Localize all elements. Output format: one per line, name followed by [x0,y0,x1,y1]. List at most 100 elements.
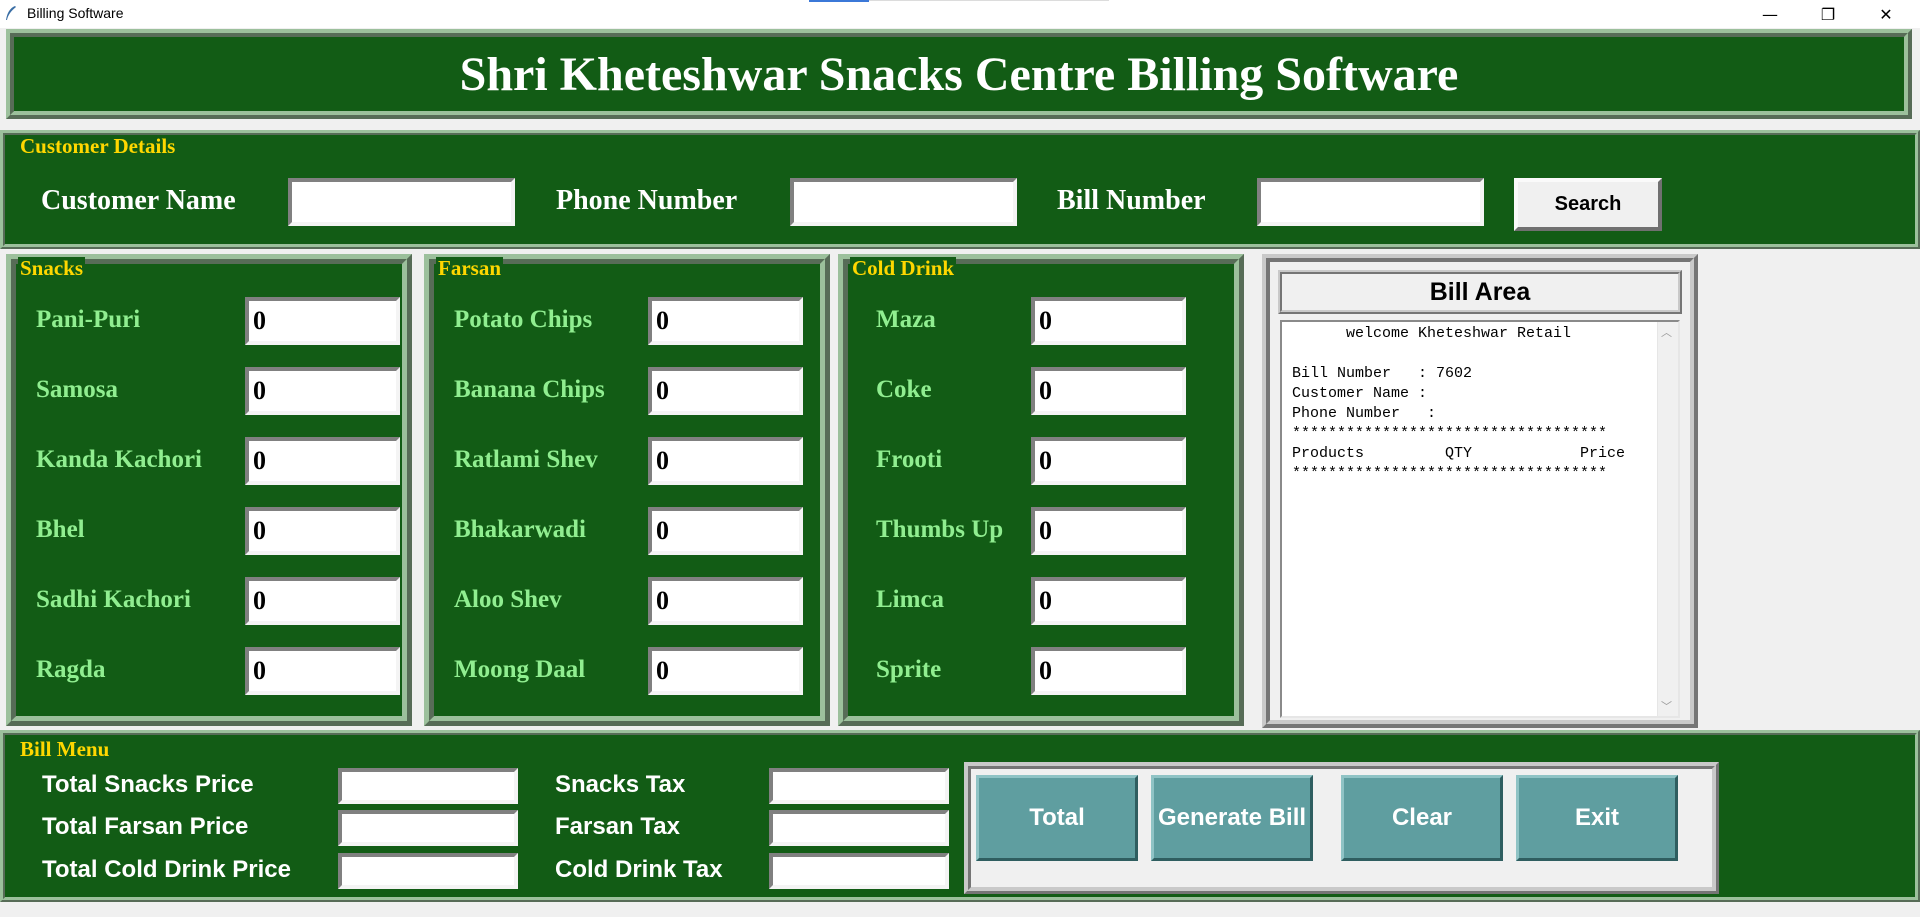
bill-scrollbar[interactable]: ︿ ﹀ [1657,322,1678,716]
item-label-frooti: Frooti [876,446,943,473]
bill-line: welcome Kheteshwar Retail [1292,325,1572,342]
qty-input-kanda-kachori[interactable] [249,441,396,481]
feather-icon [6,6,16,20]
snacks-tax-input[interactable] [773,772,945,800]
qty-input-ratlami-shev[interactable] [652,441,799,481]
qty-input-thumbs-up[interactable] [1035,511,1182,551]
item-label-coke: Coke [876,376,932,403]
bill-text-area[interactable]: welcome Kheteshwar Retail Bill Number : … [1280,320,1680,718]
qty-input-bhel[interactable] [249,511,396,551]
total-cold-drink-label: Total Cold Drink Price [42,856,291,883]
bill-line: Bill Number : 7602 [1292,365,1473,382]
phone-number-label: Phone Number [556,185,738,216]
qty-wrap [245,577,400,625]
entry-wrap [338,853,518,889]
snacks-tax-label: Snacks Tax [555,771,686,798]
qty-input-aloo-shev[interactable] [652,581,799,621]
bill-number-label: Bill Number [1057,185,1206,216]
qty-wrap [245,437,400,485]
item-label-moong-daal: Moong Daal [454,656,586,683]
close-icon: ✕ [1879,4,1893,24]
bill-line: *********************************** [1292,465,1608,482]
qty-input-frooti[interactable] [1035,441,1182,481]
qty-input-maza[interactable] [1035,301,1182,341]
item-label-pani-puri: Pani-Puri [36,306,141,333]
total-cold-drink-input[interactable] [342,857,514,885]
snacks-frame: Snacks Pani-Puri Samosa Kanda Kachori Bh… [6,254,412,726]
item-label-samosa: Samosa [36,376,118,403]
item-label-bhel: Bhel [36,516,85,543]
customer-name-field-wrap [288,178,515,226]
customer-details-frame: Customer Details Customer Name Phone Num… [0,130,1920,249]
app-heading: Shri Kheteshwar Snacks Centre Billing So… [6,29,1912,119]
cold-drink-tax-input[interactable] [773,857,945,885]
bill-area-title: Bill Area [1278,270,1682,314]
clear-button[interactable]: Clear [1341,775,1503,861]
close-button[interactable]: ✕ [1858,0,1914,28]
qty-wrap [648,577,803,625]
qty-input-samosa[interactable] [249,371,396,411]
qty-wrap [1031,647,1186,695]
minimize-icon: — [1762,4,1778,24]
generate-bill-button[interactable]: Generate Bill [1151,775,1313,861]
bill-line: Customer Name : [1292,385,1428,402]
minimize-button[interactable]: — [1742,0,1798,28]
qty-input-coke[interactable] [1035,371,1182,411]
qty-input-sprite[interactable] [1035,651,1182,691]
qty-input-potato-chips[interactable] [652,301,799,341]
customer-name-label: Customer Name [41,185,236,216]
item-label-banana-chips: Banana Chips [454,376,605,403]
qty-input-bhakarwadi[interactable] [652,511,799,551]
entry-wrap [338,810,518,846]
item-label-bhakarwadi: Bhakarwadi [454,516,586,543]
qty-wrap [1031,367,1186,415]
cold-drink-title: Cold Drink [850,256,957,280]
total-snacks-label: Total Snacks Price [42,771,254,798]
qty-input-banana-chips[interactable] [652,371,799,411]
item-label-ratlami-shev: Ratlami Shev [454,446,598,473]
qty-input-sadhi-kachori[interactable] [249,581,396,621]
title-accent-line [869,0,1109,1]
bill-line: Phone Number : [1292,405,1437,422]
title-accent [809,0,869,2]
qty-wrap [648,507,803,555]
customer-details-title: Customer Details [18,134,178,158]
customer-name-input[interactable] [292,182,511,222]
scroll-down-icon[interactable]: ﹀ [1661,698,1672,714]
qty-wrap [1031,297,1186,345]
bill-line: *********************************** [1292,425,1608,442]
item-label-potato-chips: Potato Chips [454,306,593,333]
qty-input-limca[interactable] [1035,581,1182,621]
bill-number-input[interactable] [1261,182,1480,222]
bill-text-content: welcome Kheteshwar Retail Bill Number : … [1282,322,1678,484]
farsan-title: Farsan [436,256,503,280]
window-title-bar: Billing Software — ❐ ✕ [0,0,1920,28]
total-farsan-input[interactable] [342,814,514,842]
search-button[interactable]: Search [1514,178,1662,231]
entry-wrap [769,768,949,804]
maximize-button[interactable]: ❐ [1800,0,1856,28]
window-title: Billing Software [27,5,124,21]
cold-drink-frame: Cold Drink Maza Coke Frooti Thumbs Up Li… [838,254,1244,726]
scroll-up-icon[interactable]: ︿ [1661,324,1672,340]
qty-wrap [648,647,803,695]
item-label-kanda-kachori: Kanda Kachori [36,446,202,473]
item-label-limca: Limca [876,586,945,613]
item-label-thumbs-up: Thumbs Up [876,516,1004,543]
heading-title: Shri Kheteshwar Snacks Centre Billing So… [459,47,1459,101]
phone-number-input[interactable] [794,182,1013,222]
entry-wrap [338,768,518,804]
qty-input-moong-daal[interactable] [652,651,799,691]
exit-button[interactable]: Exit [1516,775,1678,861]
qty-wrap [1031,577,1186,625]
bill-line: Products QTY Price [1292,445,1626,462]
bill-area-frame: Bill Area welcome Kheteshwar Retail Bill… [1262,254,1698,728]
total-button[interactable]: Total [976,775,1138,861]
action-buttons-frame: Total Generate Bill Clear Exit [964,762,1719,894]
qty-input-pani-puri[interactable] [249,301,396,341]
total-snacks-input[interactable] [342,772,514,800]
farsan-tax-input[interactable] [773,814,945,842]
qty-wrap [648,297,803,345]
item-label-ragda: Ragda [36,656,106,683]
qty-input-ragda[interactable] [249,651,396,691]
